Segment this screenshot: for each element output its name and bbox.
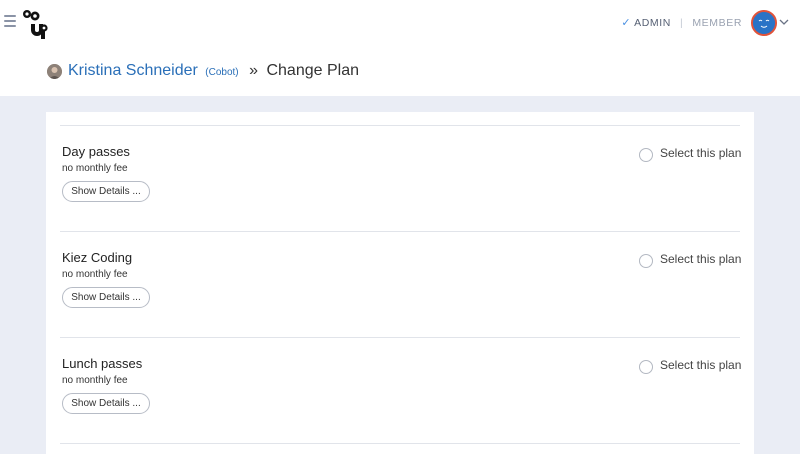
page-header: Kristina Schneider (Cobot) » Change Plan bbox=[0, 46, 800, 96]
plan-fee: no monthly fee bbox=[62, 163, 128, 174]
show-details-button[interactable]: Show Details ... bbox=[62, 181, 150, 202]
user-avatar[interactable] bbox=[47, 64, 62, 79]
plan-fee: no monthly fee bbox=[62, 375, 128, 386]
user-name-link[interactable]: Kristina Schneider bbox=[68, 62, 198, 79]
plan-item-kiez-coding: Kiez Coding no monthly fee Show Details … bbox=[46, 250, 754, 356]
plan-radio[interactable] bbox=[639, 148, 653, 162]
plan-name: Kiez Coding bbox=[62, 250, 133, 265]
role-switch: ✓ ADMIN | MEMBER bbox=[621, 16, 742, 30]
select-plan-option[interactable]: Select this plan bbox=[639, 144, 741, 162]
divider bbox=[60, 125, 740, 126]
page-title: Kristina Schneider (Cobot) » Change Plan bbox=[68, 62, 359, 80]
plan-fee: no monthly fee bbox=[62, 269, 128, 280]
admin-toggle[interactable]: ✓ ADMIN bbox=[621, 16, 671, 30]
plan-item-lunch-passes: Lunch passes no monthly fee Show Details… bbox=[46, 356, 754, 454]
select-plan-label[interactable]: Select this plan bbox=[660, 146, 741, 160]
chevron-down-icon[interactable] bbox=[779, 18, 789, 26]
divider bbox=[60, 337, 740, 338]
plan-radio[interactable] bbox=[639, 360, 653, 374]
plans-card: Day passes no monthly fee Show Details .… bbox=[46, 112, 754, 454]
checkmark-icon: ✓ bbox=[621, 17, 632, 29]
plan-item-day-passes: Day passes no monthly fee Show Details .… bbox=[46, 144, 754, 250]
divider bbox=[60, 443, 740, 444]
avatar-face-icon bbox=[753, 12, 775, 34]
plan-radio[interactable] bbox=[639, 254, 653, 268]
coup-logo[interactable] bbox=[22, 8, 48, 40]
user-tag-link[interactable]: (Cobot) bbox=[205, 67, 238, 78]
admin-label: ADMIN bbox=[634, 16, 671, 29]
role-separator: | bbox=[679, 16, 684, 29]
select-plan-option[interactable]: Select this plan bbox=[639, 356, 741, 374]
account-avatar[interactable] bbox=[751, 10, 777, 36]
divider bbox=[60, 231, 740, 232]
show-details-button[interactable]: Show Details ... bbox=[62, 287, 150, 308]
hamburger-menu-icon[interactable] bbox=[4, 15, 16, 27]
select-plan-label[interactable]: Select this plan bbox=[660, 358, 741, 372]
member-toggle[interactable]: MEMBER bbox=[692, 17, 742, 29]
user-photo-icon bbox=[47, 64, 62, 79]
show-details-button[interactable]: Show Details ... bbox=[62, 393, 150, 414]
plan-name: Day passes bbox=[62, 144, 130, 159]
select-plan-option[interactable]: Select this plan bbox=[639, 250, 741, 268]
select-plan-label[interactable]: Select this plan bbox=[660, 252, 741, 266]
plan-name: Lunch passes bbox=[62, 356, 143, 371]
top-navigation-bar: ✓ ADMIN | MEMBER bbox=[0, 0, 800, 46]
breadcrumb-separator: » bbox=[249, 62, 259, 79]
page-title-text: Change Plan bbox=[266, 62, 359, 79]
